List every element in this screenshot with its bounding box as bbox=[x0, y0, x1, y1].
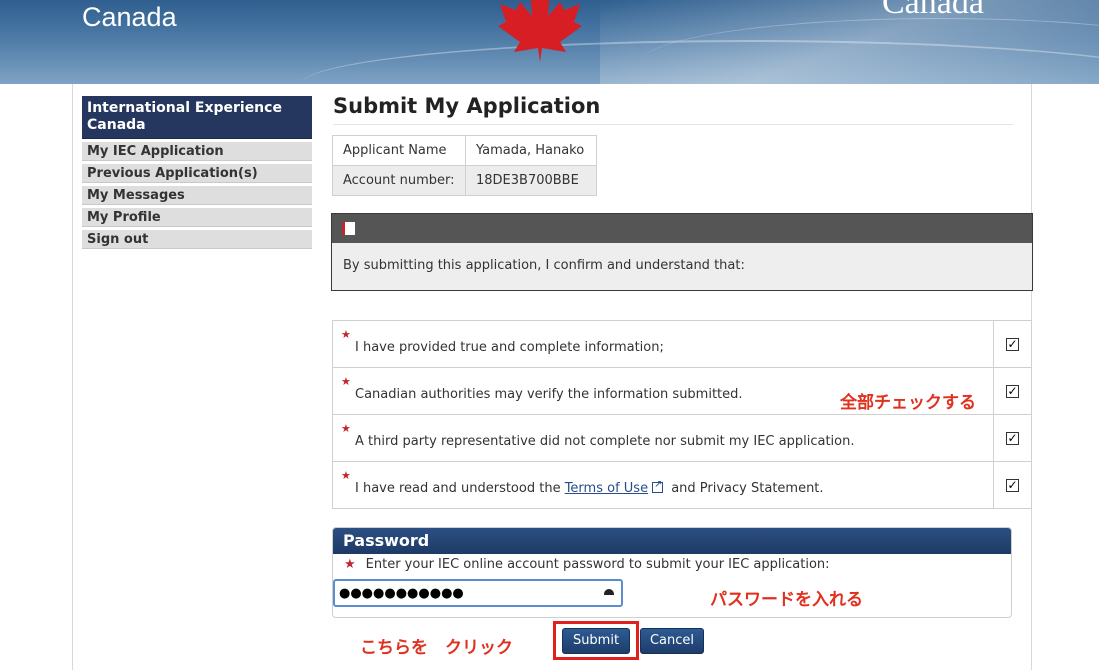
declaration-text: Canadian authorities may verify the info… bbox=[355, 387, 743, 402]
declaration-cell: ★ I have read and understood the Terms o… bbox=[332, 461, 994, 509]
required-star-icon: ★ bbox=[341, 422, 351, 435]
declaration-text: I have provided true and complete inform… bbox=[355, 340, 664, 355]
cancel-button[interactable]: Cancel bbox=[640, 628, 704, 654]
password-label-text: Enter your IEC online account password t… bbox=[365, 557, 830, 572]
checkbox-cell: ✓ bbox=[993, 461, 1032, 509]
sidebar-item-my-messages[interactable]: My Messages bbox=[82, 186, 312, 205]
annotation-click-here: こちらを クリック bbox=[360, 638, 513, 658]
password-heading: Password bbox=[333, 528, 1011, 554]
sidebar-item-sign-out[interactable]: Sign out bbox=[82, 230, 312, 249]
sidebar-item-previous-applications[interactable]: Previous Application(s) bbox=[82, 164, 312, 183]
declaration-text: A third party representative did not com… bbox=[355, 434, 855, 449]
external-link-icon bbox=[652, 479, 664, 493]
declarations-table: ★ I have provided true and complete info… bbox=[332, 320, 1032, 509]
confirmation-notice: By submitting this application, I confir… bbox=[331, 213, 1033, 291]
required-star-icon: ★ bbox=[341, 375, 351, 388]
checkbox-cell: ✓ bbox=[993, 367, 1032, 415]
sidebar: International Experience Canada My IEC A… bbox=[82, 96, 312, 249]
maple-leaf-icon bbox=[498, 0, 582, 62]
declaration-checkbox[interactable]: ✓ bbox=[1006, 478, 1019, 492]
table-row: Account number: 18DE3B700BBE bbox=[332, 165, 597, 196]
checkbox-cell: ✓ bbox=[993, 414, 1032, 462]
declaration-text: I have read and understood the Terms of … bbox=[337, 479, 824, 496]
table-row: ★ I have provided true and complete info… bbox=[332, 320, 1032, 368]
account-number-label: Account number: bbox=[332, 165, 466, 196]
show-password-eye-icon[interactable] bbox=[604, 589, 614, 595]
page-title: Submit My Application bbox=[333, 94, 601, 118]
declaration-checkbox[interactable]: ✓ bbox=[1006, 337, 1019, 351]
applicant-name-value: Yamada, Hanako bbox=[465, 135, 597, 166]
terms-of-use-link[interactable]: Terms of Use bbox=[565, 481, 648, 496]
sidebar-title: International Experience Canada bbox=[82, 96, 312, 139]
title-divider bbox=[333, 124, 1013, 125]
password-panel: Password ★ Enter your IEC online account … bbox=[332, 527, 1012, 618]
header-banner: Canada Canada bbox=[0, 0, 1099, 84]
applicant-name-label: Applicant Name bbox=[332, 135, 466, 166]
declaration-checkbox[interactable]: ✓ bbox=[1006, 431, 1019, 445]
declaration-text-before: I have read and understood the bbox=[355, 481, 565, 496]
table-row: ★ I have read and understood the Terms o… bbox=[332, 461, 1032, 509]
account-number-value: 18DE3B700BBE bbox=[465, 165, 597, 196]
notice-text: By submitting this application, I confir… bbox=[343, 258, 745, 273]
password-input[interactable] bbox=[333, 579, 623, 607]
canada-wordmark: Canada bbox=[882, 0, 984, 21]
declaration-cell: ★ A third party representative did not c… bbox=[332, 414, 994, 462]
declaration-cell: ★ I have provided true and complete info… bbox=[332, 320, 994, 368]
checkbox-cell: ✓ bbox=[993, 320, 1032, 368]
book-icon bbox=[342, 222, 355, 235]
notice-header bbox=[332, 214, 1032, 243]
declaration-text-after: and Privacy Statement. bbox=[667, 481, 824, 496]
required-star-icon: ★ bbox=[341, 328, 351, 341]
sidebar-item-my-profile[interactable]: My Profile bbox=[82, 208, 312, 227]
password-label: ★ Enter your IEC online account password … bbox=[333, 554, 1011, 572]
applicant-info-table: Applicant Name Yamada, Hanako Account nu… bbox=[332, 135, 597, 196]
submit-button[interactable]: Submit bbox=[562, 628, 630, 654]
annotation-enter-password: パスワードを入れる bbox=[710, 590, 863, 610]
table-row: ★ A third party representative did not c… bbox=[332, 414, 1032, 462]
banner-swoosh bbox=[640, 18, 1099, 84]
sidebar-item-my-iec-application[interactable]: My IEC Application bbox=[82, 142, 312, 161]
banner-title: Canada bbox=[82, 2, 177, 32]
table-row: Applicant Name Yamada, Hanako bbox=[332, 135, 597, 166]
declaration-checkbox[interactable]: ✓ bbox=[1006, 384, 1019, 398]
required-star-icon: ★ bbox=[344, 557, 356, 572]
annotation-check-all: 全部チェックする bbox=[840, 393, 976, 413]
required-star-icon: ★ bbox=[341, 469, 351, 482]
